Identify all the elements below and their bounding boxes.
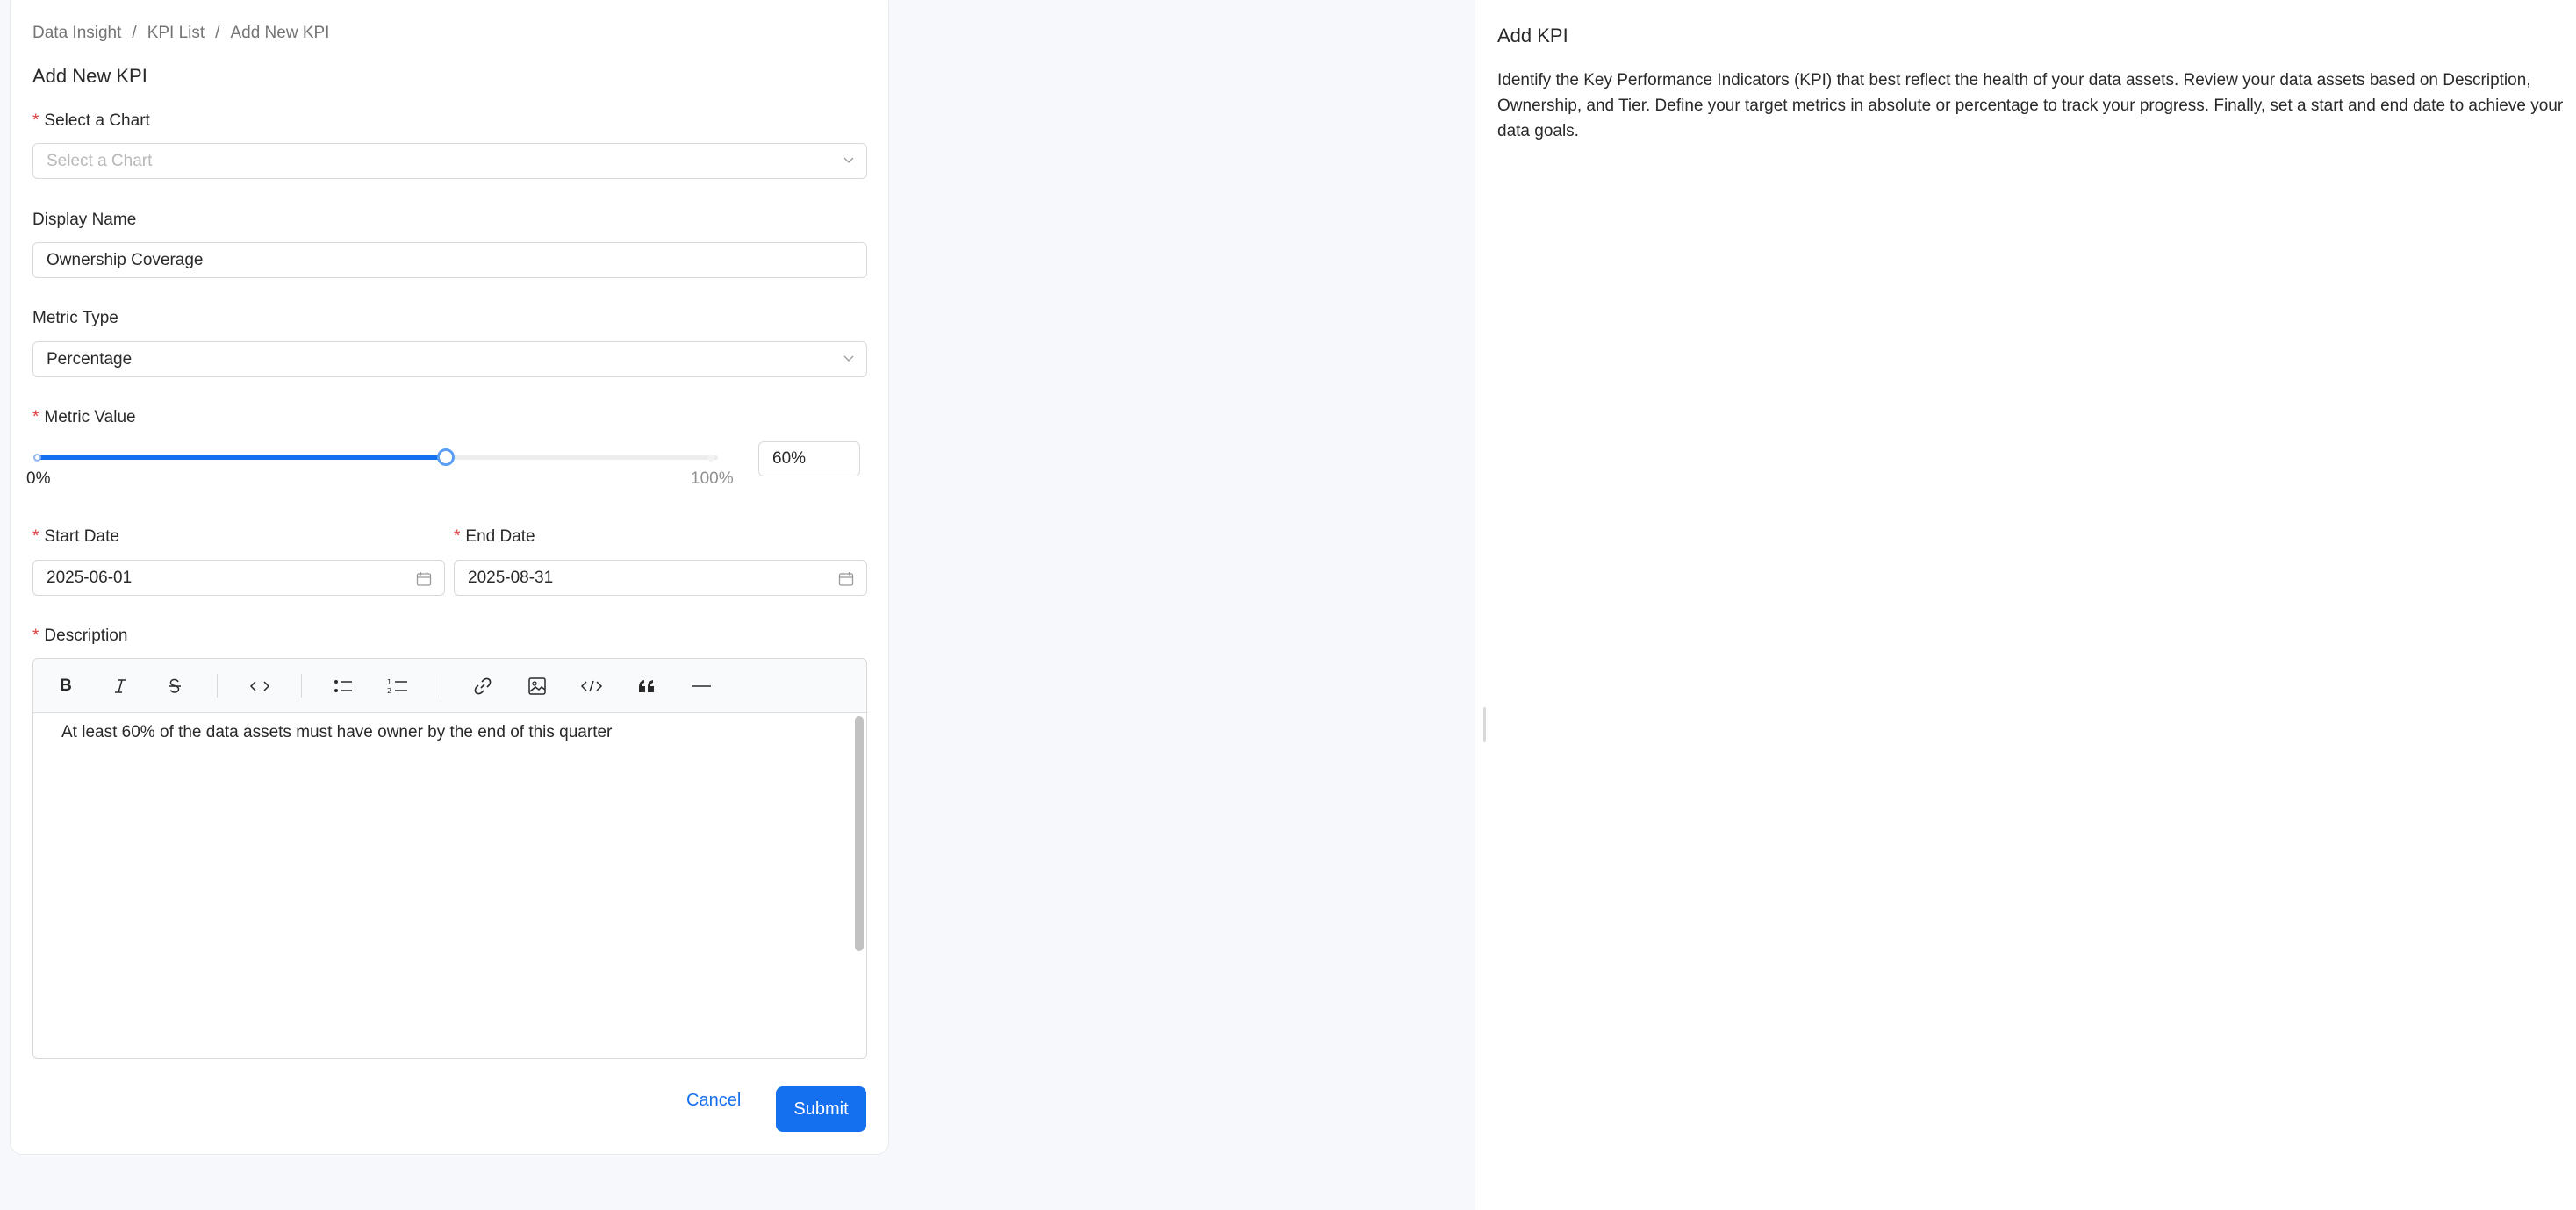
display-name-label: Display Name: [32, 211, 137, 229]
code-block-icon[interactable]: [578, 673, 605, 699]
required-marker: *: [32, 626, 39, 645]
chart-label: * Select a Chart: [32, 111, 150, 131]
display-name-input[interactable]: Ownership Coverage: [32, 242, 867, 278]
help-title: Add KPI: [1497, 25, 1568, 47]
breadcrumb: Data Insight / KPI List / Add New KPI: [32, 24, 329, 43]
required-marker: *: [32, 111, 39, 130]
numbered-list-icon[interactable]: 12: [384, 673, 411, 699]
bold-icon[interactable]: B: [53, 673, 79, 699]
italic-icon[interactable]: [107, 673, 133, 699]
required-marker: *: [32, 527, 39, 546]
metric-value-label-text: Metric Value: [44, 408, 136, 426]
quote-icon[interactable]: [634, 673, 660, 699]
metric-value-slider[interactable]: [37, 455, 718, 460]
calendar-icon: [416, 572, 432, 586]
breadcrumb-add-new-kpi: Add New KPI: [230, 24, 330, 42]
start-date-label: * Start Date: [32, 527, 119, 547]
breadcrumb-separator: /: [132, 24, 137, 42]
display-name-value: Ownership Coverage: [47, 250, 204, 269]
breadcrumb-kpi-list[interactable]: KPI List: [147, 24, 205, 43]
editor-toolbar: B 12: [33, 659, 866, 713]
end-date-picker[interactable]: 2025-08-31: [454, 560, 867, 596]
slider-min-label: 0%: [26, 469, 51, 488]
start-date-label-text: Start Date: [44, 527, 119, 546]
link-icon[interactable]: [470, 673, 496, 699]
slider-start-dot: [33, 454, 41, 462]
chevron-down-icon: [843, 355, 854, 362]
calendar-icon: [838, 572, 854, 586]
svg-text:2: 2: [387, 687, 391, 695]
submit-button[interactable]: Submit: [776, 1086, 866, 1132]
metric-value-input[interactable]: 60%: [758, 441, 860, 476]
description-text: At least 60% of the data assets must hav…: [61, 723, 613, 741]
slider-fill: [37, 455, 446, 460]
start-date-picker[interactable]: 2025-06-01: [32, 560, 445, 596]
end-date-label-text: End Date: [465, 527, 535, 546]
help-body: Identify the Key Performance Indicators …: [1497, 71, 2564, 140]
description-editor[interactable]: B 12 At least 60% of the data assets mus…: [32, 658, 867, 1059]
svg-text:1: 1: [387, 678, 391, 686]
metric-type-value: Percentage: [47, 349, 133, 369]
end-date-value: 2025-08-31: [468, 568, 554, 587]
description-label-text: Description: [44, 626, 128, 645]
metric-type-label: Metric Type: [32, 309, 118, 327]
chart-label-text: Select a Chart: [44, 111, 150, 130]
slider-handle[interactable]: [436, 448, 455, 466]
editor-scrollbar[interactable]: [855, 716, 864, 951]
toolbar-divider: [217, 674, 218, 698]
breadcrumb-separator: /: [215, 24, 220, 42]
toolbar-divider: [301, 674, 302, 698]
chart-select[interactable]: Select a Chart: [32, 143, 867, 179]
horizontal-rule-icon[interactable]: [688, 673, 714, 699]
chart-select-placeholder: Select a Chart: [47, 151, 153, 170]
metric-value-text: 60%: [772, 449, 807, 468]
slider-max-label: 100%: [691, 469, 734, 488]
bullet-list-icon[interactable]: [330, 673, 356, 699]
image-icon[interactable]: [524, 673, 550, 699]
metric-value-label: * Metric Value: [32, 408, 136, 427]
strikethrough-icon[interactable]: [161, 673, 188, 699]
end-date-label: * End Date: [454, 527, 535, 547]
required-marker: *: [32, 408, 39, 426]
description-label: * Description: [32, 626, 127, 646]
metric-type-select[interactable]: Percentage: [32, 341, 867, 377]
start-date-value: 2025-06-01: [47, 568, 133, 587]
breadcrumb-data-insight[interactable]: Data Insight: [32, 24, 121, 43]
required-marker: *: [454, 527, 461, 546]
panel-resize-handle[interactable]: [1483, 707, 1486, 742]
inline-code-icon[interactable]: [247, 673, 273, 699]
chevron-down-icon: [843, 157, 854, 163]
page-title: Add New KPI: [32, 65, 147, 87]
cancel-button[interactable]: Cancel: [686, 1091, 741, 1111]
slider-end-dot: [707, 455, 714, 462]
help-panel: Add KPI Identify the Key Performance Ind…: [1475, 0, 2576, 1210]
